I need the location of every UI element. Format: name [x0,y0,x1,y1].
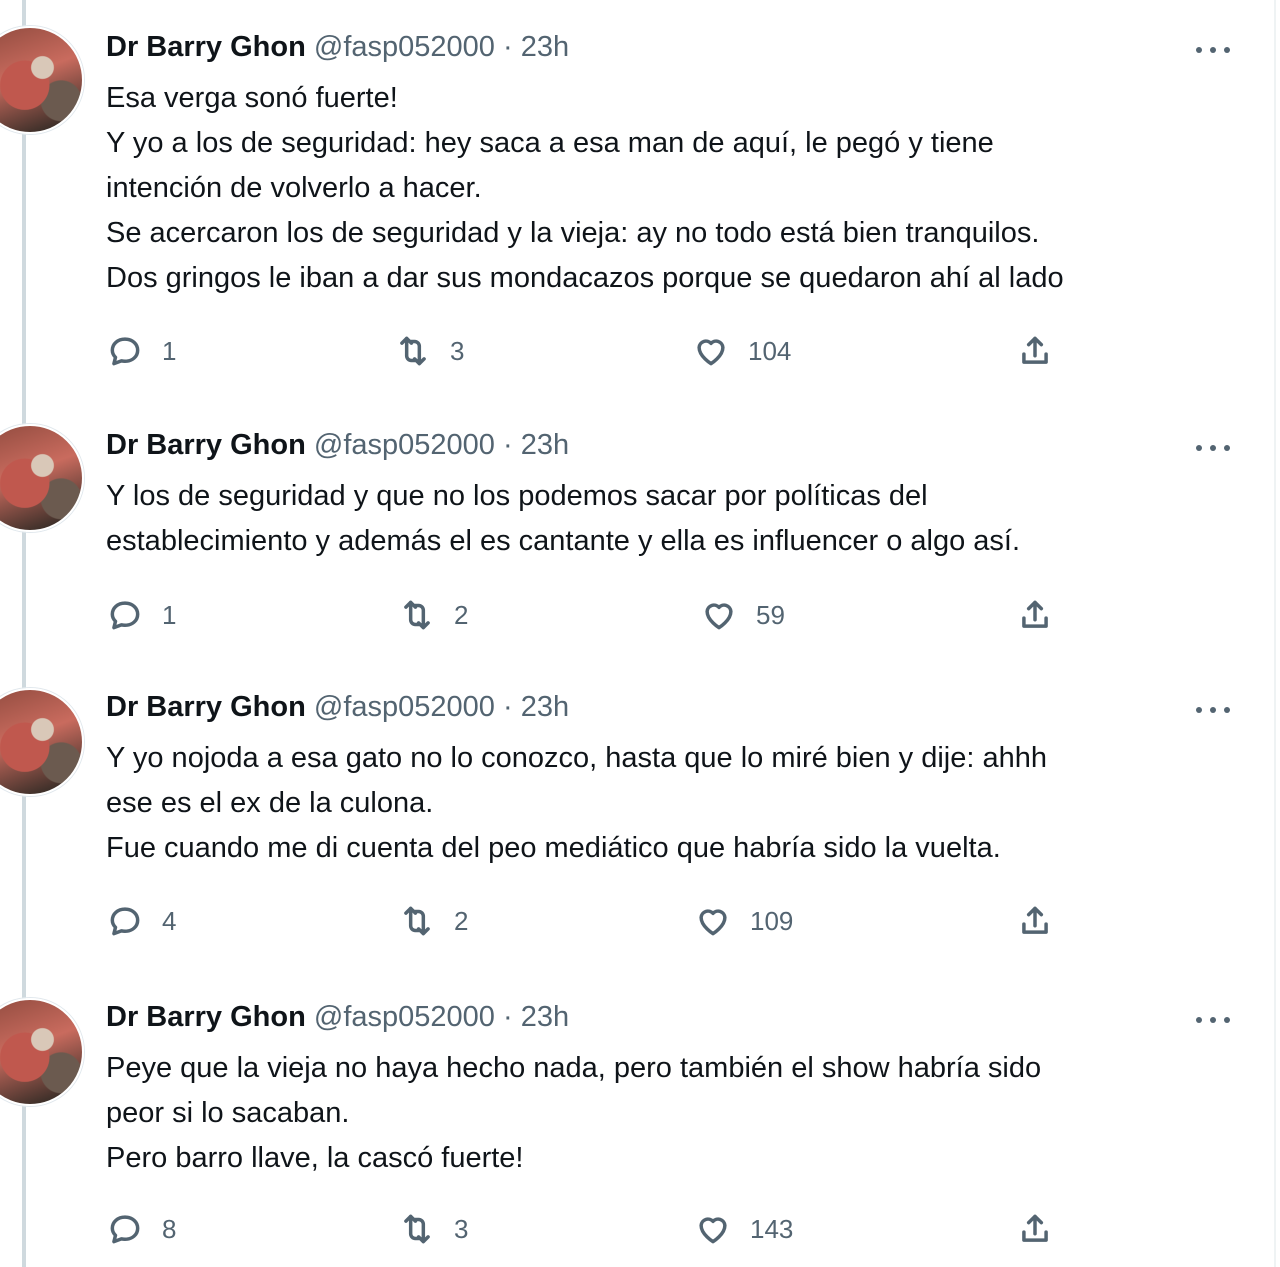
display-name[interactable]: Dr Barry Ghon [106,1001,306,1033]
avatar[interactable] [0,26,84,134]
like-count: 104 [748,335,792,366]
reply-button[interactable]: 1 [106,332,176,370]
tweet-line: Esa verga sonó fuerte! [106,82,398,114]
avatar[interactable] [0,998,84,1106]
share-icon [1022,600,1048,628]
retweet-icon [404,600,430,630]
user-handle[interactable]: @fasp052000 [314,31,495,63]
like-count: 109 [750,905,794,936]
tweet-header: Dr Barry Ghon @fasp052000 · 23h [106,1000,569,1034]
tweet-line: Peye que la vieja no haya hecho nada, pe… [106,1052,1042,1084]
reply-button[interactable]: 1 [106,596,176,634]
tweet-header: Dr Barry Ghon @fasp052000 · 23h [106,428,569,462]
display-name[interactable]: Dr Barry Ghon [106,429,306,461]
tweet-header: Dr Barry Ghon @fasp052000 · 23h [106,30,569,64]
like-button[interactable]: 59 [700,596,785,634]
separator: · [502,31,513,63]
user-handle[interactable]: @fasp052000 [314,429,495,461]
like-count: 143 [750,1213,794,1244]
tweet-header: Dr Barry Ghon @fasp052000 · 23h [106,690,569,724]
like-count: 59 [756,599,785,630]
timestamp[interactable]: 23h [521,429,569,461]
heart-icon [697,339,725,366]
retweet-button[interactable]: 3 [398,1210,468,1248]
retweet-count: 3 [450,335,465,366]
like-button[interactable]: 109 [694,902,793,940]
reply-button[interactable]: 4 [106,902,176,940]
tweet-line: intención de volverlo a hacer. [106,172,482,204]
tweet-actions: 1 3 104 [106,332,1066,372]
retweet-icon [404,1214,430,1244]
timestamp[interactable]: 23h [521,31,569,63]
tweet-line: Se acercaron los de seguridad y la vieja… [106,217,1040,249]
like-button[interactable]: 104 [692,332,791,370]
tweet-text: Esa verga sonó fuerte! Y yo a los de seg… [106,76,1226,301]
tweet-line: ese es el ex de la culona. [106,787,434,819]
retweet-count: 2 [454,905,469,936]
tweet-line: Y yo nojoda a esa gato no lo conozco, ha… [106,742,1047,774]
user-handle[interactable]: @fasp052000 [314,691,495,723]
display-name[interactable]: Dr Barry Ghon [106,691,306,723]
reply-count: 1 [162,335,177,366]
heart-icon [705,603,733,630]
reply-icon [110,601,140,630]
more-icon[interactable] [1196,40,1230,60]
retweet-button[interactable]: 3 [394,332,464,370]
tweet-line: peor si lo sacaban. [106,1097,350,1129]
tweet-text: Y los de seguridad y que no los podemos … [106,474,1226,564]
tweet-line: Y yo a los de seguridad: hey saca a esa … [106,127,994,159]
tweet-actions: 4 2 109 [106,902,1066,942]
like-button[interactable]: 143 [694,1210,793,1248]
timeline-border [1274,0,1276,1267]
tweet-line: Fue cuando me di cuenta del peo mediátic… [106,832,1001,864]
share-icon [1022,1214,1048,1242]
reply-count: 4 [162,905,177,936]
share-button[interactable] [1016,596,1054,634]
tweet-line: Y los de seguridad y que no los podemos … [106,480,928,512]
tweet-text: Y yo nojoda a esa gato no lo conozco, ha… [106,736,1226,871]
tweet-actions: 8 3 143 [106,1210,1066,1250]
reply-button[interactable]: 8 [106,1210,176,1248]
tweet-line: establecimiento y además el es cantante … [106,525,1021,557]
retweet-button[interactable]: 2 [398,596,468,634]
share-button[interactable] [1016,1210,1054,1248]
timestamp[interactable]: 23h [521,691,569,723]
reply-count: 1 [162,599,177,630]
heart-icon [699,909,727,936]
retweet-icon [404,906,430,936]
more-icon[interactable] [1196,438,1230,458]
reply-icon [110,1215,140,1244]
display-name[interactable]: Dr Barry Ghon [106,31,306,63]
more-icon[interactable] [1196,1010,1230,1030]
separator: · [502,691,513,723]
reply-icon [110,907,140,936]
tweet-text: Peye que la vieja no haya hecho nada, pe… [106,1046,1226,1181]
avatar[interactable] [0,688,84,796]
retweet-count: 3 [454,1213,469,1244]
tweet-actions: 1 2 59 [106,596,1066,636]
timestamp[interactable]: 23h [521,1001,569,1033]
share-button[interactable] [1016,332,1054,370]
reply-count: 8 [162,1213,177,1244]
share-icon [1022,336,1048,364]
separator: · [502,1001,513,1033]
tweet-line: Dos gringos le iban a dar sus mondacazos… [106,262,1064,294]
share-icon [1022,906,1048,934]
separator: · [502,429,513,461]
heart-icon [699,1217,727,1244]
retweet-count: 2 [454,599,469,630]
retweet-button[interactable]: 2 [398,902,468,940]
user-handle[interactable]: @fasp052000 [314,1001,495,1033]
tweet-line: Pero barro llave, la cascó fuerte! [106,1142,524,1174]
retweet-icon [400,336,426,366]
share-button[interactable] [1016,902,1054,940]
avatar[interactable] [0,424,84,532]
reply-icon [110,337,140,366]
more-icon[interactable] [1196,700,1230,720]
